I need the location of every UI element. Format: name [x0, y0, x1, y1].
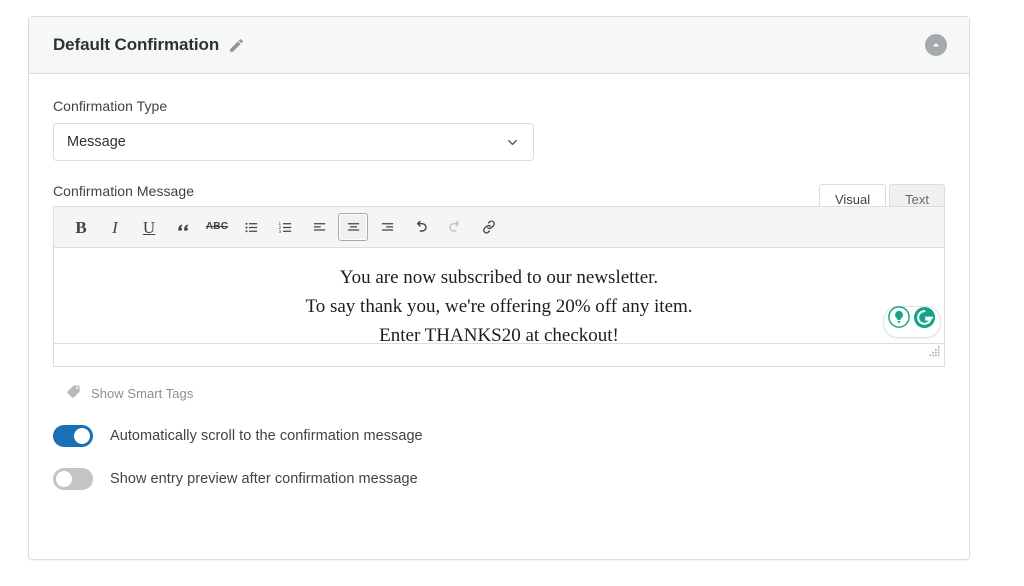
pencil-icon[interactable] — [228, 37, 245, 54]
numbered-list-icon[interactable]: 1 2 3 — [270, 213, 300, 241]
redo-icon[interactable] — [440, 213, 470, 241]
underline-icon[interactable]: U — [134, 213, 164, 241]
chevron-up-circle-icon[interactable] — [925, 34, 947, 56]
italic-icon[interactable]: I — [100, 213, 130, 241]
toggle-knob — [74, 428, 90, 444]
card-header: Default Confirmation — [29, 17, 969, 74]
auto-scroll-toggle[interactable] — [53, 425, 93, 447]
blockquote-icon[interactable] — [168, 213, 198, 241]
resize-grip-icon[interactable] — [928, 345, 941, 363]
confirmation-type-value: Message — [67, 134, 126, 150]
strikethrough-icon[interactable]: ABC — [202, 213, 232, 241]
message-line: You are now subscribed to our newsletter… — [339, 267, 659, 288]
toggle-row-auto-scroll: Automatically scroll to the confirmation… — [53, 425, 945, 447]
confirmation-message-label: Confirmation Message — [53, 183, 195, 199]
show-entry-preview-toggle[interactable] — [53, 468, 93, 490]
tag-icon — [66, 383, 82, 404]
confirmation-message-header: Confirmation Message Visual Text — [53, 183, 945, 214]
editor-content[interactable]: You are now subscribed to our newsletter… — [54, 248, 944, 343]
card-body: Confirmation Type Message Confirmation M… — [29, 74, 969, 490]
strikethrough-glyph: ABC — [205, 221, 229, 232]
confirmation-type-select[interactable]: Message — [53, 123, 534, 161]
bold-icon[interactable]: B — [66, 213, 96, 241]
bulleted-list-icon[interactable] — [236, 213, 266, 241]
underline-glyph: U — [142, 217, 156, 237]
confirmation-type-label: Confirmation Type — [53, 98, 168, 114]
message-line: Enter THANKS20 at checkout! — [379, 324, 619, 343]
align-right-icon[interactable] — [372, 213, 402, 241]
svg-text:3: 3 — [278, 229, 281, 234]
confirmation-type-select-wrapper: Message — [53, 123, 534, 161]
show-smart-tags-label: Show Smart Tags — [91, 386, 194, 401]
undo-icon[interactable] — [406, 213, 436, 241]
bold-glyph: B — [75, 217, 87, 237]
toggle-knob — [56, 471, 72, 487]
show-smart-tags-button[interactable]: Show Smart Tags — [66, 383, 193, 404]
editor-statusbar — [54, 343, 944, 366]
align-center-icon[interactable] — [338, 213, 368, 241]
default-confirmation-card: Default Confirmation Confirmation Type M… — [28, 16, 970, 560]
editor-toolbar: B I U ABC 1 2 3 — [54, 207, 944, 248]
auto-scroll-label: Automatically scroll to the confirmation… — [110, 428, 423, 444]
toggle-row-show-entry-preview: Show entry preview after confirmation me… — [53, 468, 945, 490]
confirmation-message-editor: B I U ABC 1 2 3 You are now subscribed t… — [53, 206, 945, 367]
grammarly-g-icon[interactable] — [913, 306, 936, 339]
italic-glyph: I — [112, 217, 118, 237]
message-line: To say thank you, we're offering 20% off… — [305, 295, 693, 317]
page-title: Default Confirmation — [53, 35, 220, 54]
align-left-icon[interactable] — [304, 213, 334, 241]
lightbulb-icon[interactable] — [888, 306, 910, 338]
show-entry-preview-label: Show entry preview after confirmation me… — [110, 471, 418, 487]
grammarly-badge[interactable] — [883, 306, 941, 338]
insert-link-icon[interactable] — [474, 213, 504, 241]
